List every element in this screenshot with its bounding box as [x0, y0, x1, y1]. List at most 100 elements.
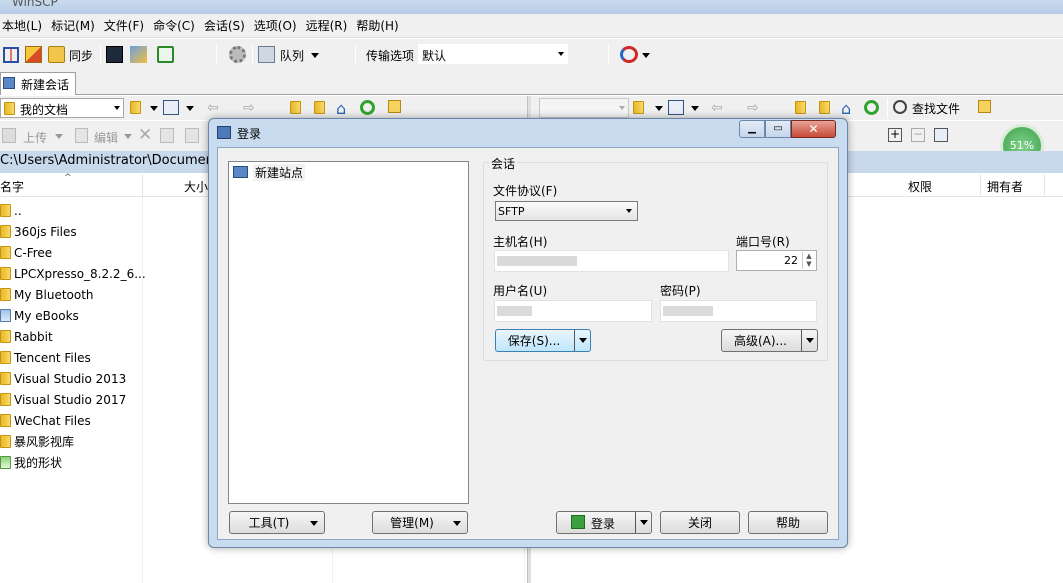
username-field[interactable]	[494, 300, 652, 322]
save-button[interactable]: 保存(S)...	[495, 329, 591, 352]
bookmark-icon[interactable]	[388, 100, 401, 113]
transfer-settings-select[interactable]: 默认	[418, 44, 568, 64]
upload-button[interactable]: 上传	[23, 129, 47, 146]
filter-icon[interactable]	[668, 100, 684, 115]
queue-icon[interactable]	[258, 46, 275, 63]
local-path[interactable]: C:\Users\Administrator\Documents\	[0, 153, 230, 168]
protocol-label: 文件协议(F)	[493, 184, 558, 198]
advanced-button[interactable]: 高级(A)...	[721, 329, 818, 352]
sync-button-label[interactable]: 同步	[69, 47, 93, 64]
root-folder-icon[interactable]	[819, 101, 830, 114]
menu-commands[interactable]: 命令(C)	[153, 17, 195, 34]
find-files-button[interactable]: 查找文件	[912, 100, 960, 117]
delete-icon: ✕	[138, 125, 153, 145]
root-folder-icon[interactable]	[314, 101, 325, 114]
column-divider	[142, 197, 143, 583]
edit-dropdown-icon[interactable]	[124, 134, 132, 139]
parent-folder-icon[interactable]	[795, 101, 806, 114]
list-item[interactable]: 360js Files	[0, 221, 212, 242]
sync-session-dropdown-icon[interactable]	[642, 53, 650, 58]
menu-help[interactable]: 帮助(H)	[356, 17, 398, 34]
site-tree[interactable]: 新建站点	[228, 161, 469, 504]
synchronize-browse-icon[interactable]	[25, 46, 42, 63]
filter-icon[interactable]	[163, 100, 179, 115]
session-group-label: 会话	[489, 155, 518, 172]
plus-icon[interactable]: +	[888, 128, 902, 142]
list-item[interactable]: My eBooks	[0, 305, 212, 326]
home-icon[interactable]: ⌂	[841, 99, 851, 118]
parent-folder-icon[interactable]	[290, 101, 301, 114]
advanced-dropdown-icon[interactable]	[801, 330, 817, 351]
list-item[interactable]: My Bluetooth	[0, 284, 212, 305]
putty-icon[interactable]	[130, 46, 147, 63]
queue-button-label[interactable]: 队列	[280, 47, 304, 64]
list-item[interactable]: Visual Studio 2017	[0, 389, 212, 410]
refresh-session-icon[interactable]	[157, 46, 174, 63]
queue-dropdown-icon[interactable]	[311, 53, 319, 58]
save-dropdown-icon[interactable]	[574, 330, 590, 351]
menu-local[interactable]: 本地(L)	[2, 17, 42, 34]
maximize-button[interactable]: ▭	[765, 120, 791, 138]
app-title-bar: WinSCP	[0, 0, 1063, 14]
tools-button[interactable]: 工具(T)	[229, 511, 325, 534]
local-file-list: .. 360js Files C-Free LPCXpresso_8.2.2_6…	[0, 200, 212, 473]
compare-icon[interactable]	[3, 47, 19, 63]
menu-session[interactable]: 会话(S)	[204, 17, 245, 34]
sync-session-icon[interactable]	[620, 46, 638, 63]
list-item[interactable]: LPCXpresso_8.2.2_6...	[0, 263, 212, 284]
home-icon[interactable]: ⌂	[336, 99, 346, 118]
folder-icon	[0, 435, 11, 448]
help-button[interactable]: 帮助	[748, 511, 828, 534]
menu-mark[interactable]: 标记(M)	[51, 17, 95, 34]
login-icon	[571, 515, 585, 529]
local-drive-select[interactable]: 我的文档	[0, 98, 124, 118]
password-field[interactable]	[660, 300, 817, 322]
list-item[interactable]: ..	[0, 200, 212, 221]
minimize-button[interactable]: ▁	[739, 120, 765, 138]
column-owner[interactable]: 拥有者	[987, 178, 1023, 195]
login-dropdown-icon[interactable]	[635, 512, 651, 533]
open-folder-icon[interactable]	[130, 101, 141, 114]
preferences-gear-icon[interactable]	[229, 46, 246, 63]
open-folder-dropdown-icon[interactable]	[655, 106, 663, 111]
port-spinner-icon[interactable]: ▲ ▼	[802, 252, 815, 269]
menu-remote[interactable]: 远程(R)	[306, 17, 348, 34]
remote-dir-select[interactable]	[539, 98, 629, 118]
find-files-icon[interactable]	[893, 100, 907, 114]
site-new[interactable]: 新建站点	[253, 164, 306, 181]
login-button[interactable]: 登录	[556, 511, 652, 534]
filter-select-icon[interactable]	[934, 128, 948, 142]
column-size[interactable]: 大小	[184, 178, 208, 195]
menu-file[interactable]: 文件(F)	[104, 17, 144, 34]
column-permissions[interactable]: 权限	[908, 178, 932, 195]
close-dialog-button[interactable]: 关闭	[660, 511, 740, 534]
manage-button[interactable]: 管理(M)	[372, 511, 468, 534]
list-item[interactable]: 暴风影视库	[0, 431, 212, 452]
list-item[interactable]: Rabbit	[0, 326, 212, 347]
open-folder-dropdown-icon[interactable]	[150, 106, 158, 111]
list-item[interactable]: C-Free	[0, 242, 212, 263]
protocol-select[interactable]: SFTP	[495, 201, 638, 221]
refresh-icon[interactable]	[864, 100, 879, 115]
sort-ascending-icon: ^	[64, 173, 72, 183]
refresh-icon[interactable]	[360, 100, 375, 115]
port-field[interactable]: 22 ▲ ▼	[736, 250, 817, 271]
tab-new-session[interactable]: 新建会话	[0, 72, 76, 95]
list-item[interactable]: 我的形状	[0, 452, 212, 473]
list-item[interactable]: Tencent Files	[0, 347, 212, 368]
port-label: 端口号(R)	[736, 235, 790, 249]
list-item[interactable]: Visual Studio 2013	[0, 368, 212, 389]
hostname-field[interactable]	[494, 250, 729, 272]
list-item[interactable]: WeChat Files	[0, 410, 212, 431]
sync-icon[interactable]	[48, 46, 65, 63]
filter-dropdown-icon[interactable]	[691, 106, 699, 111]
column-name[interactable]: 名字	[0, 178, 24, 195]
close-button[interactable]: ✕	[791, 120, 836, 138]
open-folder-icon[interactable]	[633, 101, 644, 114]
edit-button[interactable]: 编辑	[94, 129, 118, 146]
menu-options[interactable]: 选项(O)	[254, 17, 297, 34]
upload-dropdown-icon[interactable]	[55, 134, 63, 139]
bookmark-icon[interactable]	[978, 100, 991, 113]
console-icon[interactable]	[106, 46, 123, 63]
filter-dropdown-icon[interactable]	[186, 106, 194, 111]
